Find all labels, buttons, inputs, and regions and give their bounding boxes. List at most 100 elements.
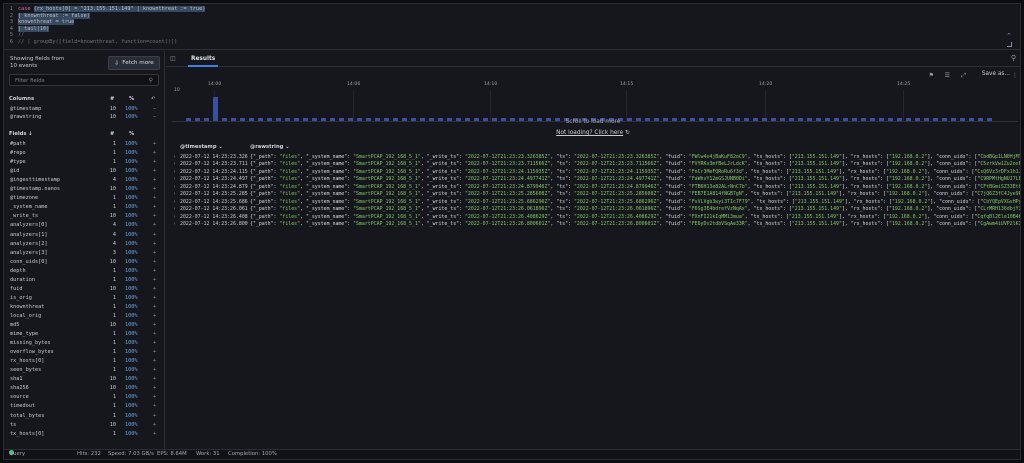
add-column-icon[interactable]: +: [153, 194, 156, 202]
add-column-icon[interactable]: +: [153, 312, 156, 320]
expand-row-icon[interactable]: ›: [173, 191, 176, 198]
save-as-button[interactable]: Save as...: [982, 71, 1010, 77]
add-column-icon[interactable]: +: [153, 212, 156, 220]
add-column-icon[interactable]: +: [153, 303, 156, 311]
table-row[interactable]: › 2022-07-12 14:23:24.497 {"_path": "files…: [172, 176, 1020, 183]
expand-row-icon[interactable]: ›: [173, 169, 176, 176]
more-icon[interactable]: ⋮: [1012, 72, 1018, 79]
field-row[interactable]: local_orig 1 100% +: [9, 312, 159, 320]
histogram-bar[interactable]: [213, 97, 219, 121]
expand-row-icon[interactable]: ›: [173, 206, 176, 213]
add-column-icon[interactable]: +: [153, 249, 156, 257]
add-column-icon[interactable]: +: [153, 421, 156, 429]
collapse-editor-icon[interactable]: ⌃: [1006, 32, 1012, 40]
field-row[interactable]: _write_ts 10 100% +: [9, 212, 159, 220]
add-column-icon[interactable]: +: [153, 231, 156, 239]
editor-line[interactable]: 6 // | groupBy([field=knownthreat, functi…: [4, 39, 604, 46]
field-row[interactable]: #type 1 100% +: [9, 158, 159, 166]
expand-row-icon[interactable]: ›: [173, 161, 176, 168]
field-row[interactable]: #path 1 100% +: [9, 140, 159, 148]
table-row[interactable]: › 2022-07-12 14:23:26.800 {"_path": "files…: [172, 221, 1020, 228]
add-column-icon[interactable]: +: [153, 240, 156, 248]
field-row[interactable]: tx_hosts[0] 1 100% +: [9, 430, 159, 438]
table-row[interactable]: › 2022-07-12 14:23:24.879 {"_path": "files…: [172, 184, 1020, 191]
event-histogram[interactable]: 14:00 14:06 14:10 14:15 14:20 14:25 10: [172, 82, 1018, 122]
field-row[interactable]: analyzers[3] 3 100% +: [9, 249, 159, 257]
filter-fields-input[interactable]: Filter fields ⚲: [9, 74, 159, 86]
add-column-icon[interactable]: +: [153, 185, 156, 193]
field-row[interactable]: @timestamp.nanos 10 100% +: [9, 185, 159, 193]
field-row[interactable]: analyzers[2] 4 100% +: [9, 240, 159, 248]
field-row[interactable]: #repo 1 100% +: [9, 149, 159, 157]
add-column-icon[interactable]: +: [153, 149, 156, 157]
query-editor[interactable]: 1 case (rx_hosts[0] = "213.155.151.149" |…: [4, 4, 1020, 50]
field-row[interactable]: analyzers[0] 4 100% +: [9, 221, 159, 229]
field-row[interactable]: _system_name 1 100% +: [9, 203, 159, 211]
add-column-icon[interactable]: +: [153, 221, 156, 229]
column-header-rawstring[interactable]: @rawstring ⌄: [250, 144, 290, 150]
add-column-icon[interactable]: +: [153, 330, 156, 338]
column-row[interactable]: @timestamp 10 100% —: [9, 105, 159, 113]
field-row[interactable]: rx_hosts[0] 1 100% +: [9, 357, 159, 365]
field-row[interactable]: is_orig 1 100% +: [9, 294, 159, 302]
add-column-icon[interactable]: +: [153, 321, 156, 329]
expand-row-icon[interactable]: ›: [173, 184, 176, 191]
tab-results[interactable]: Results: [188, 51, 219, 67]
expand-icon[interactable]: ⤢: [961, 72, 966, 80]
expand-row-icon[interactable]: ›: [173, 221, 176, 228]
add-column-icon[interactable]: +: [153, 267, 156, 275]
add-column-icon[interactable]: +: [153, 176, 156, 184]
line-code[interactable]: // | groupBy([field=knownthreat, functio…: [18, 39, 177, 46]
field-row[interactable]: missing_bytes 1 100% +: [9, 339, 159, 347]
expand-row-icon[interactable]: ›: [173, 176, 176, 183]
add-column-icon[interactable]: +: [153, 167, 156, 175]
field-row[interactable]: seen_bytes 1 100% +: [9, 366, 159, 374]
add-column-icon[interactable]: +: [153, 276, 156, 284]
field-row[interactable]: ts 10 100% +: [9, 421, 159, 429]
table-row[interactable]: › 2022-07-12 14:23:26.408 {"_path": "files…: [172, 214, 1020, 221]
add-column-icon[interactable]: +: [153, 375, 156, 383]
add-column-icon[interactable]: +: [153, 158, 156, 166]
field-row[interactable]: conn_uids[0] 10 100% +: [9, 258, 159, 266]
not-loading-link[interactable]: Not loading? Click here ↻: [166, 130, 1020, 136]
add-column-icon[interactable]: +: [153, 357, 156, 365]
expand-row-icon[interactable]: ›: [173, 199, 176, 206]
fields-header-label[interactable]: Fields ↓: [9, 131, 33, 137]
column-header-timestamp[interactable]: @timestamp ⌄: [180, 144, 223, 150]
column-row[interactable]: @rawstring 10 100% —: [9, 113, 159, 121]
field-row[interactable]: fuid 10 100% +: [9, 285, 159, 293]
add-column-icon[interactable]: +: [153, 258, 156, 266]
field-row[interactable]: depth 1 100% +: [9, 267, 159, 275]
table-row[interactable]: › 2022-07-12 14:23:24.115 {"_path": "files…: [172, 169, 1020, 176]
field-row[interactable]: timedout 1 100% +: [9, 402, 159, 410]
field-row[interactable]: overflow_bytes 1 100% +: [9, 348, 159, 356]
field-row[interactable]: total_bytes 1 100% +: [9, 412, 159, 420]
add-column-icon[interactable]: +: [153, 348, 156, 356]
field-row[interactable]: @id 10 100% +: [9, 167, 159, 175]
resize-handle[interactable]: [1007, 42, 1012, 47]
table-row[interactable]: › 2022-07-12 14:23:26.061 {"_path": "files…: [172, 206, 1020, 213]
remove-column-icon[interactable]: —: [153, 113, 156, 121]
not-loading-label[interactable]: Not loading? Click here: [556, 130, 623, 136]
field-row[interactable]: source 1 100% +: [9, 393, 159, 401]
add-column-icon[interactable]: +: [153, 140, 156, 148]
field-row[interactable]: mime_type 1 100% +: [9, 330, 159, 338]
add-column-icon[interactable]: +: [153, 430, 156, 438]
add-column-icon[interactable]: +: [153, 339, 156, 347]
table-row[interactable]: › 2022-07-12 14:23:23.326 {"_path": "files…: [172, 154, 1020, 161]
add-column-icon[interactable]: +: [153, 294, 156, 302]
field-row[interactable]: analyzers[1] 4 100% +: [9, 231, 159, 239]
histogram-bars[interactable]: [172, 90, 1018, 122]
field-row[interactable]: @timezone 1 100% +: [9, 194, 159, 202]
pin-icon[interactable]: ⚲: [1011, 54, 1016, 62]
field-row[interactable]: sha1 10 100% +: [9, 375, 159, 383]
field-row[interactable]: md5 10 100% +: [9, 321, 159, 329]
add-column-icon[interactable]: +: [153, 393, 156, 401]
field-row[interactable]: duration 1 100% +: [9, 276, 159, 284]
fetch-more-button[interactable]: ⇩ Fetch more: [108, 56, 160, 70]
field-row[interactable]: @ingesttimestamp 4 100% +: [9, 176, 159, 184]
table-row[interactable]: › 2022-07-12 14:23:25.686 {"_path": "files…: [172, 199, 1020, 206]
toggle-sidebar-icon[interactable]: ◫: [170, 55, 176, 62]
reset-icon[interactable]: ↶: [151, 96, 155, 102]
expand-row-icon[interactable]: ›: [173, 154, 176, 161]
